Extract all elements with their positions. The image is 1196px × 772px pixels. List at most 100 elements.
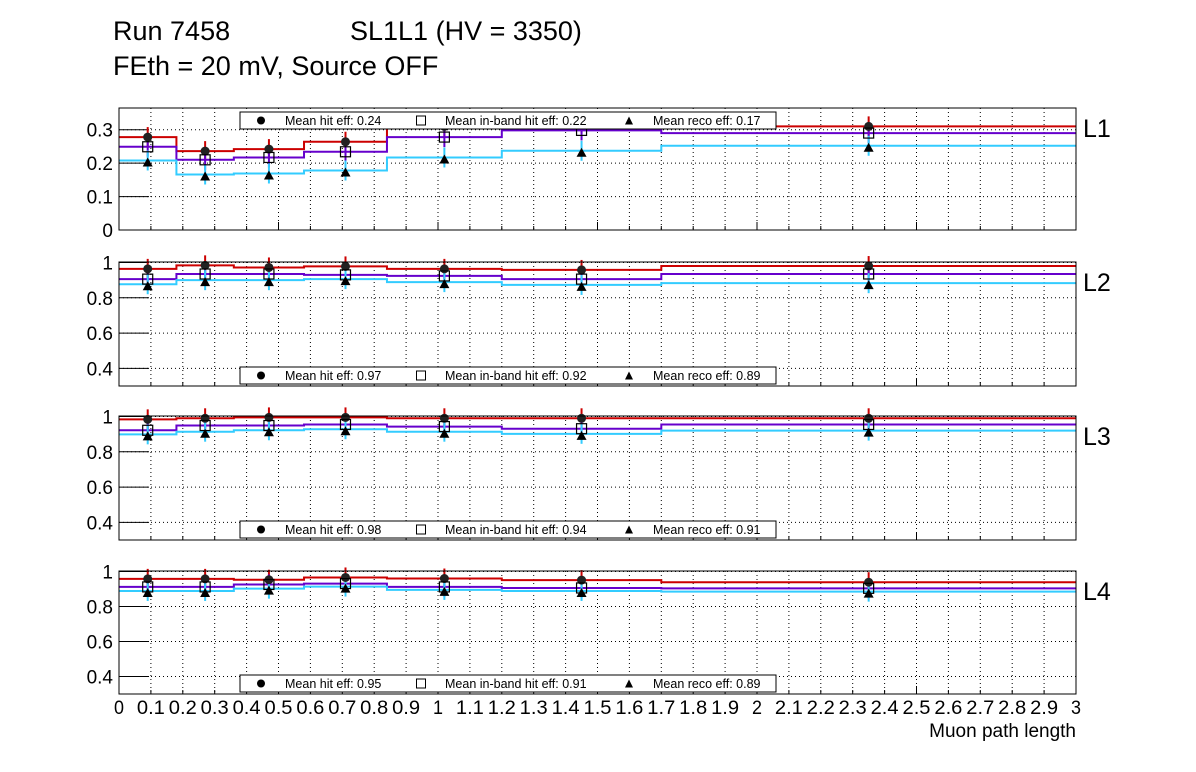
x-tick-label: 2.1 <box>775 698 803 719</box>
legend-marker-hit <box>257 526 265 534</box>
y-tick-label: 0.1 <box>87 188 113 209</box>
legend-entry-reco: Mean reco eff: 0.91 <box>653 523 761 537</box>
x-tick-label: 2.9 <box>1030 698 1058 719</box>
x-tick-label: 1.3 <box>520 698 548 719</box>
x-tick-label: 3 <box>1071 698 1081 719</box>
marker-reco <box>439 429 449 438</box>
marker-hit <box>341 413 350 422</box>
x-tick-label: 0 <box>114 698 124 719</box>
marker-hit <box>864 414 873 423</box>
marker-reco <box>577 148 587 157</box>
x-tick-label: 1.9 <box>711 698 739 719</box>
x-tick-label: 1.8 <box>679 698 707 719</box>
series-line-inband <box>119 584 1076 589</box>
marker-reco <box>143 157 153 166</box>
y-tick-label: 0.4 <box>87 513 114 534</box>
x-tick-label: 2.8 <box>998 698 1026 719</box>
marker-reco <box>264 586 274 595</box>
x-tick-label: 2.4 <box>871 698 899 719</box>
marker-hit <box>577 265 586 274</box>
legend-entry-hit: Mean hit eff: 0.24 <box>285 114 381 128</box>
x-tick-label: 0.4 <box>233 698 261 719</box>
x-tick-label: 0.5 <box>265 698 293 719</box>
panel-l4: 0.40.60.81L4Mean hit eff: 0.95Mean in-ba… <box>87 563 1111 694</box>
x-axis-label: Muon path length <box>929 721 1076 742</box>
series-line-hit <box>119 417 1076 419</box>
legend: Mean hit eff: 0.97 Mean in-band hit eff: … <box>240 367 776 384</box>
legend: Mean hit eff: 0.24 Mean in-band hit eff: … <box>240 112 776 129</box>
marker-reco <box>864 143 874 152</box>
y-tick-label: 1 <box>102 408 113 429</box>
x-tick-label: 1.6 <box>615 698 643 719</box>
marker-reco <box>577 282 587 291</box>
marker-reco <box>577 431 587 440</box>
x-tick-label: 2.3 <box>839 698 867 719</box>
legend-entry-inband: Mean in-band hit eff: 0.91 <box>445 677 587 691</box>
panel-label: L2 <box>1083 269 1111 297</box>
legend-entry-reco: Mean reco eff: 0.89 <box>653 369 761 383</box>
series-line-reco <box>119 429 1076 434</box>
x-tick-label: 0.3 <box>201 698 229 719</box>
legend-entry-inband: Mean in-band hit eff: 0.22 <box>445 114 587 128</box>
panel-l3: 0.40.60.81L3Mean hit eff: 0.98Mean in-ba… <box>87 407 1111 540</box>
y-tick-label: 0.4 <box>87 668 114 689</box>
x-tick-label: 0.8 <box>360 698 388 719</box>
legend-marker-hit <box>257 117 265 125</box>
x-tick-label: 2 <box>752 698 762 719</box>
marker-reco <box>340 276 350 285</box>
y-tick-label: 0.8 <box>87 289 113 310</box>
marker-reco <box>200 172 210 181</box>
efficiency-chart: 00.10.20.3L1Mean hit eff: 0.24Mean in-ba… <box>0 0 1196 772</box>
marker-hit <box>264 263 273 272</box>
x-axis: 00.10.20.30.40.50.60.70.80.911.11.21.31.… <box>114 698 1081 742</box>
y-tick-label: 0.6 <box>87 324 113 345</box>
x-tick-label: 0.9 <box>392 698 420 719</box>
y-tick-label: 1 <box>102 563 113 584</box>
x-tick-label: 1.7 <box>647 698 675 719</box>
x-tick-label: 2.2 <box>807 698 835 719</box>
x-tick-label: 2.6 <box>934 698 962 719</box>
x-tick-label: 2.7 <box>966 698 994 719</box>
x-tick-label: 1.5 <box>584 698 612 719</box>
marker-reco <box>340 426 350 435</box>
x-tick-label: 1.4 <box>552 698 580 719</box>
x-tick-label: 0.2 <box>169 698 197 719</box>
x-tick-label: 1 <box>433 698 443 719</box>
marker-hit <box>341 573 350 582</box>
y-tick-label: 0.4 <box>87 359 114 380</box>
marker-hit <box>864 122 873 131</box>
legend-entry-hit: Mean hit eff: 0.97 <box>285 369 381 383</box>
panel-label: L3 <box>1083 423 1111 451</box>
legend-marker-hit <box>257 372 265 380</box>
x-tick-label: 0.6 <box>296 698 324 719</box>
marker-hit <box>341 137 350 146</box>
marker-hit <box>577 414 586 423</box>
x-tick-label: 0.1 <box>137 698 165 719</box>
marker-reco <box>439 154 449 163</box>
legend-entry-inband: Mean in-band hit eff: 0.92 <box>445 369 587 383</box>
legend-entry-hit: Mean hit eff: 0.95 <box>285 677 381 691</box>
marker-hit <box>440 264 449 273</box>
y-tick-label: 1 <box>102 254 113 275</box>
legend-marker-hit <box>257 680 265 688</box>
panel-l1: 00.10.20.3L1Mean hit eff: 0.24Mean in-ba… <box>87 108 1111 242</box>
x-tick-label: 1.1 <box>456 698 484 719</box>
y-tick-label: 0.8 <box>87 598 113 619</box>
marker-reco <box>864 280 874 289</box>
y-tick-label: 0.6 <box>87 478 113 499</box>
y-tick-label: 0.3 <box>87 121 113 142</box>
marker-reco <box>264 427 274 436</box>
marker-hit <box>143 264 152 273</box>
legend-entry-inband: Mean in-band hit eff: 0.94 <box>445 523 587 537</box>
y-tick-label: 0 <box>102 221 113 242</box>
legend-entry-reco: Mean reco eff: 0.89 <box>653 677 761 691</box>
series-line-hit <box>119 577 1076 582</box>
marker-hit <box>201 414 210 423</box>
y-tick-label: 0.6 <box>87 633 113 654</box>
marker-reco <box>264 171 274 180</box>
legend: Mean hit eff: 0.98Mean in-band hit eff: … <box>240 521 776 538</box>
legend: Mean hit eff: 0.95 Mean in-band hit eff: … <box>240 675 776 692</box>
x-tick-label: 0.7 <box>328 698 356 719</box>
legend-entry-reco: Mean reco eff: 0.17 <box>653 114 761 128</box>
x-tick-label: 1.2 <box>488 698 516 719</box>
